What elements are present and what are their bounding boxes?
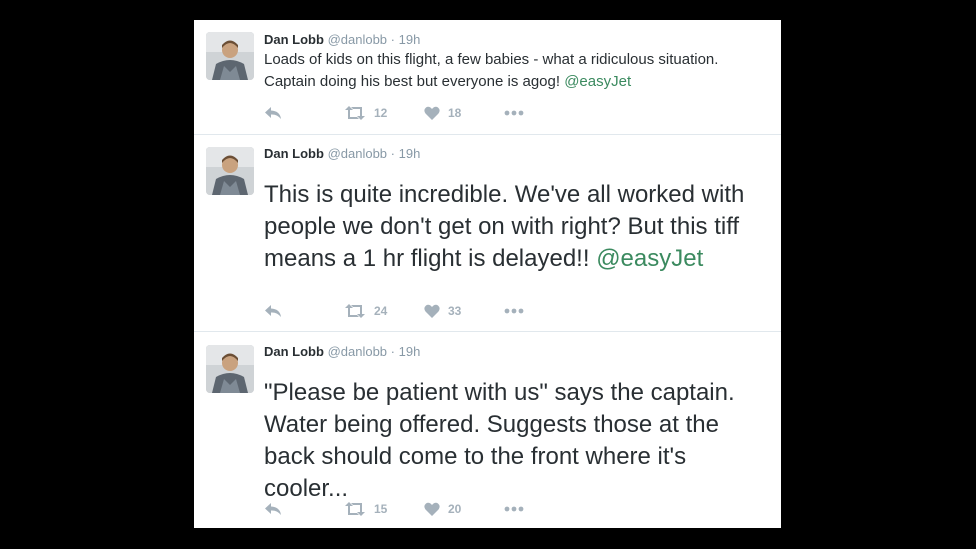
tweet-body: "Please be patient with us" says the cap… <box>264 379 735 502</box>
like-count: 33 <box>448 304 462 318</box>
like-count: 20 <box>448 502 462 516</box>
reply-icon <box>265 503 281 515</box>
tweet-text: "Please be patient with us" says the cap… <box>264 377 763 505</box>
like-button[interactable]: 20 <box>424 502 504 516</box>
like-button[interactable]: 18 <box>424 106 504 120</box>
tweet-header: Dan Lobb @danlobb · 19h <box>264 344 420 360</box>
more-button[interactable] <box>504 308 524 314</box>
heart-icon <box>424 304 440 318</box>
avatar-image <box>206 147 254 195</box>
tweet-2[interactable]: Dan Lobb @danlobb · 19h This is quite in… <box>194 134 781 332</box>
more-button[interactable] <box>504 506 524 512</box>
avatar-image <box>206 345 254 393</box>
avatar[interactable] <box>206 32 254 80</box>
reply-button[interactable] <box>264 502 344 516</box>
like-count: 18 <box>448 106 462 120</box>
timestamp[interactable]: 19h <box>399 32 421 47</box>
heart-icon <box>424 502 440 516</box>
reply-button[interactable] <box>264 304 344 318</box>
retweet-button[interactable]: 15 <box>344 502 424 516</box>
like-button[interactable]: 33 <box>424 304 504 318</box>
avatar[interactable] <box>206 147 254 195</box>
separator: · <box>390 344 395 359</box>
retweet-count: 12 <box>374 106 388 120</box>
avatar[interactable] <box>206 345 254 393</box>
more-button[interactable] <box>504 110 524 116</box>
tweet-text: Loads of kids on this flight, a few babi… <box>264 49 763 93</box>
separator: · <box>390 146 395 161</box>
timestamp[interactable]: 19h <box>399 344 421 359</box>
author-handle[interactable]: @danlobb <box>328 32 387 47</box>
author-handle[interactable]: @danlobb <box>328 344 387 359</box>
more-icon <box>504 308 524 314</box>
separator: · <box>390 32 395 47</box>
tweet-header: Dan Lobb @danlobb · 19h <box>264 32 420 48</box>
author-handle[interactable]: @danlobb <box>328 146 387 161</box>
reply-icon <box>265 107 281 119</box>
mention-link[interactable]: @easyJet <box>596 245 703 272</box>
timestamp[interactable]: 19h <box>399 146 421 161</box>
tweet-3[interactable]: Dan Lobb @danlobb · 19h "Please be patie… <box>194 332 781 528</box>
tweet-header: Dan Lobb @danlobb · 19h <box>264 146 420 162</box>
reply-icon <box>265 305 281 317</box>
tweet-text: This is quite incredible. We've all work… <box>264 179 763 275</box>
author-name[interactable]: Dan Lobb <box>264 32 324 47</box>
more-icon <box>504 506 524 512</box>
mention-link[interactable]: @easyJet <box>564 73 631 90</box>
avatar-image <box>206 32 254 80</box>
author-name[interactable]: Dan Lobb <box>264 146 324 161</box>
tweet-timeline: Dan Lobb @danlobb · 19h Loads of kids on… <box>194 20 781 528</box>
retweet-count: 24 <box>374 304 388 318</box>
retweet-icon <box>345 106 365 120</box>
tweet-body: Loads of kids on this flight, a few babi… <box>264 51 719 90</box>
retweet-icon <box>345 304 365 318</box>
more-icon <box>504 110 524 116</box>
tweet-actions: 15 20 <box>264 499 524 519</box>
retweet-count: 15 <box>374 502 388 516</box>
author-name[interactable]: Dan Lobb <box>264 344 324 359</box>
tweet-actions: 12 18 <box>264 103 524 123</box>
retweet-icon <box>345 502 365 516</box>
heart-icon <box>424 106 440 120</box>
reply-button[interactable] <box>264 106 344 120</box>
tweet-actions: 24 33 <box>264 301 524 321</box>
retweet-button[interactable]: 24 <box>344 304 424 318</box>
tweet-1[interactable]: Dan Lobb @danlobb · 19h Loads of kids on… <box>194 20 781 135</box>
retweet-button[interactable]: 12 <box>344 106 424 120</box>
